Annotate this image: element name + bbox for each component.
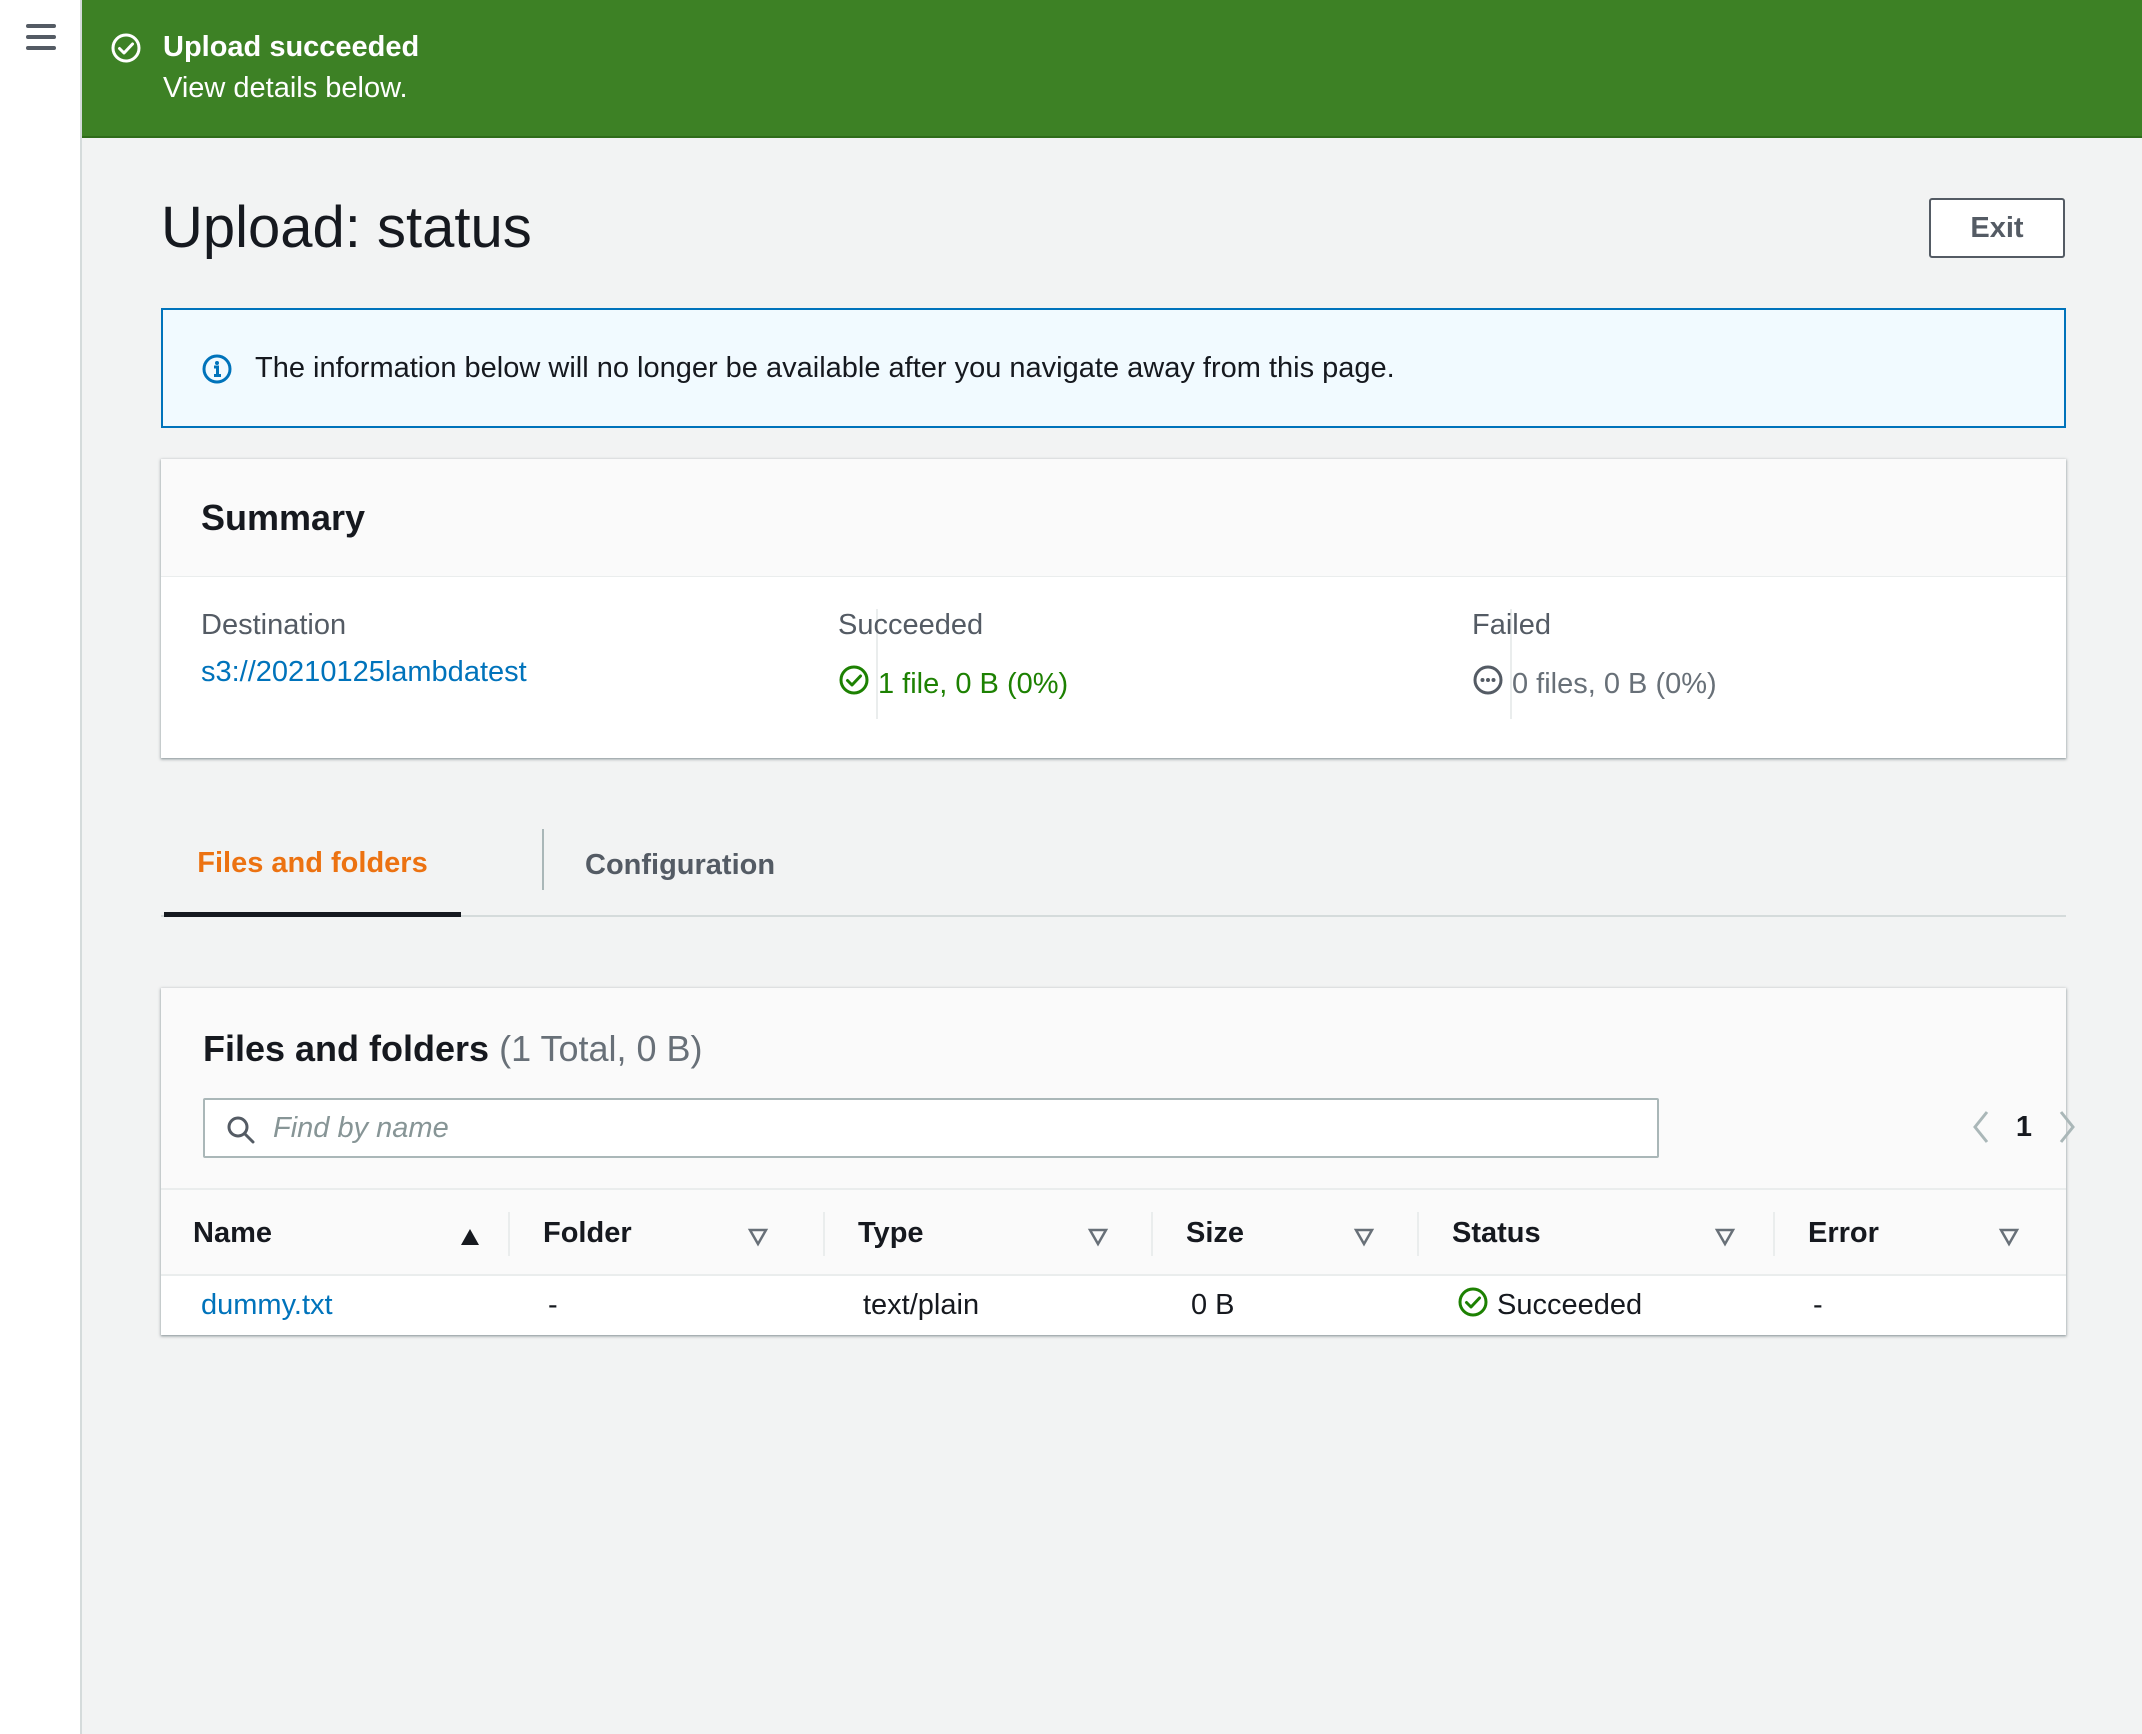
folder-cell: - xyxy=(548,1289,558,1321)
files-count: (1 Total, 0 B) xyxy=(499,1028,703,1069)
tab-configuration[interactable]: Configuration xyxy=(585,815,775,915)
exit-button[interactable]: Exit xyxy=(1929,198,2065,258)
sort-icon[interactable] xyxy=(1998,1222,2020,1255)
column-header-type[interactable]: Type xyxy=(858,1190,1133,1276)
failed-column: Failed 0 files, 0 B (0%) xyxy=(1472,609,1717,704)
page-number[interactable]: 1 xyxy=(2001,1111,2047,1144)
file-name-link[interactable]: dummy.txt xyxy=(201,1289,333,1322)
summary-header: Summary xyxy=(161,459,2066,577)
destination-column: Destination s3://20210125lambdatest xyxy=(201,609,527,689)
summary-title: Summary xyxy=(201,497,366,538)
table-header-row: Name Folder Type Size Status Error xyxy=(161,1188,2066,1276)
column-header-label: Type xyxy=(858,1216,924,1249)
type-cell: text/plain xyxy=(863,1289,980,1321)
column-header-size[interactable]: Size xyxy=(1186,1190,1426,1276)
files-title: Files and folders (1 Total, 0 B) xyxy=(203,1028,703,1070)
size-cell: 0 B xyxy=(1191,1289,1235,1321)
info-alert: The information below will no longer be … xyxy=(161,308,2066,428)
column-header-label: Status xyxy=(1452,1216,1541,1249)
column-header-label: Name xyxy=(193,1216,272,1249)
search-icon xyxy=(225,1114,257,1151)
success-check-icon xyxy=(1457,1286,1489,1326)
column-header-status[interactable]: Status xyxy=(1452,1190,1772,1276)
search-field[interactable] xyxy=(203,1098,1659,1158)
column-header-label: Size xyxy=(1186,1216,1245,1249)
file-name-cell: dummy.txt xyxy=(201,1276,333,1335)
column-header-label: Error xyxy=(1808,1216,1879,1249)
success-check-icon xyxy=(110,32,142,69)
next-page-icon[interactable] xyxy=(2047,1102,2087,1152)
files-title-text: Files and folders xyxy=(203,1028,490,1069)
info-icon xyxy=(201,353,233,390)
previous-page-icon[interactable] xyxy=(1961,1102,2001,1152)
error-cell: - xyxy=(1813,1289,1823,1321)
column-header-folder[interactable]: Folder xyxy=(543,1190,823,1276)
column-separator xyxy=(1773,1212,1775,1256)
sort-icon[interactable] xyxy=(1714,1222,1736,1255)
column-header-error[interactable]: Error xyxy=(1808,1190,2048,1276)
side-navigation xyxy=(0,0,82,1734)
succeeded-column: Succeeded 1 file, 0 B (0%) xyxy=(838,609,1068,704)
status-cell: Succeeded xyxy=(1457,1276,1642,1335)
column-separator xyxy=(508,1212,510,1256)
sort-icon[interactable] xyxy=(747,1222,769,1255)
status-text: Succeeded xyxy=(1497,1289,1643,1321)
main-content: Upload succeeded View details below. Upl… xyxy=(82,0,2142,1734)
column-header-label: Folder xyxy=(543,1216,632,1249)
sort-icon[interactable] xyxy=(1087,1222,1109,1255)
destination-label: Destination xyxy=(201,609,347,641)
page-title: Upload: status xyxy=(161,195,532,260)
failed-value: 0 files, 0 B (0%) xyxy=(1512,667,1717,700)
sort-ascending-icon[interactable] xyxy=(459,1222,481,1255)
sort-icon[interactable] xyxy=(1353,1222,1375,1255)
column-header-name[interactable]: Name xyxy=(193,1190,508,1276)
column-separator xyxy=(1151,1212,1153,1256)
search-input[interactable] xyxy=(273,1108,1633,1148)
menu-icon[interactable] xyxy=(26,24,56,50)
column-separator xyxy=(823,1212,825,1256)
flash-title: Upload succeeded xyxy=(163,31,420,63)
files-table-header: Files and folders (1 Total, 0 B) 1 xyxy=(161,988,2075,1188)
pagination: 1 xyxy=(1961,1102,2087,1152)
success-flash-banner: Upload succeeded View details below. xyxy=(82,0,2142,138)
pending-icon xyxy=(1472,664,1504,704)
tab-separator xyxy=(542,829,544,890)
success-check-icon xyxy=(838,664,870,704)
info-alert-text: The information below will no longer be … xyxy=(255,352,1395,384)
succeeded-value: 1 file, 0 B (0%) xyxy=(878,667,1069,700)
column-separator xyxy=(1417,1212,1419,1256)
summary-container: Summary Destination s3://20210125lambdat… xyxy=(161,459,2066,758)
table-row: dummy.txt - text/plain 0 B Succeeded - xyxy=(161,1276,2066,1335)
succeeded-label: Succeeded xyxy=(838,609,984,641)
flash-description: View details below. xyxy=(163,72,408,104)
tab-bar: Files and folders Configuration xyxy=(161,815,2066,917)
files-table-container: Files and folders (1 Total, 0 B) 1 xyxy=(161,988,2075,1335)
tab-files-and-folders[interactable]: Files and folders xyxy=(164,815,461,917)
destination-link[interactable]: s3://20210125lambdatest xyxy=(201,656,527,689)
failed-label: Failed xyxy=(1472,609,1551,641)
